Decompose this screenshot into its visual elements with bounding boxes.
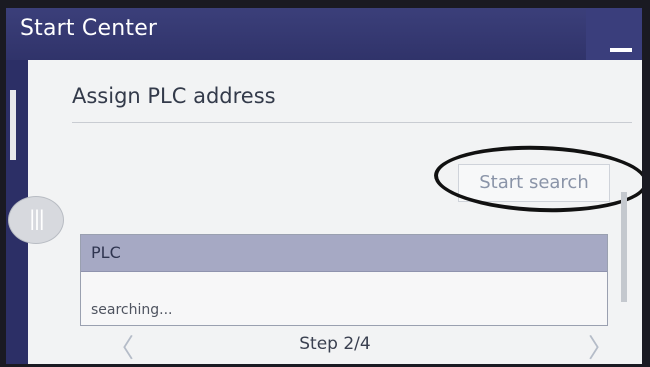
window-title: Start Center xyxy=(20,16,158,41)
step-indicator: Step 2/4 xyxy=(299,334,371,354)
title-bar: Start Center xyxy=(6,8,642,60)
chevron-right-icon[interactable]: 〉 xyxy=(588,328,614,364)
three-bars-icon: ||| xyxy=(28,206,45,230)
column-header-plc: PLC xyxy=(91,243,121,262)
menu-handle-button[interactable]: ||| xyxy=(8,196,64,244)
annotation-ellipse xyxy=(432,142,642,216)
table-row[interactable]: searching... xyxy=(81,272,607,325)
sidebar-indicator xyxy=(10,90,16,160)
wizard-panel: Assign PLC address Start search PLC sear… xyxy=(28,60,642,364)
heading-divider xyxy=(72,122,632,123)
status-text: searching... xyxy=(91,302,173,318)
table-header: PLC xyxy=(81,235,607,272)
step-navigation: 〈 Step 2/4 〉 xyxy=(28,328,642,364)
scrollbar[interactable] xyxy=(621,192,627,302)
page-title: Assign PLC address xyxy=(72,84,276,108)
hmi-screen: Start Center Assign PLC address Start se… xyxy=(6,8,642,364)
minimize-icon xyxy=(610,48,632,52)
plc-table: PLC searching... xyxy=(80,234,608,326)
minimize-button[interactable] xyxy=(586,8,642,60)
